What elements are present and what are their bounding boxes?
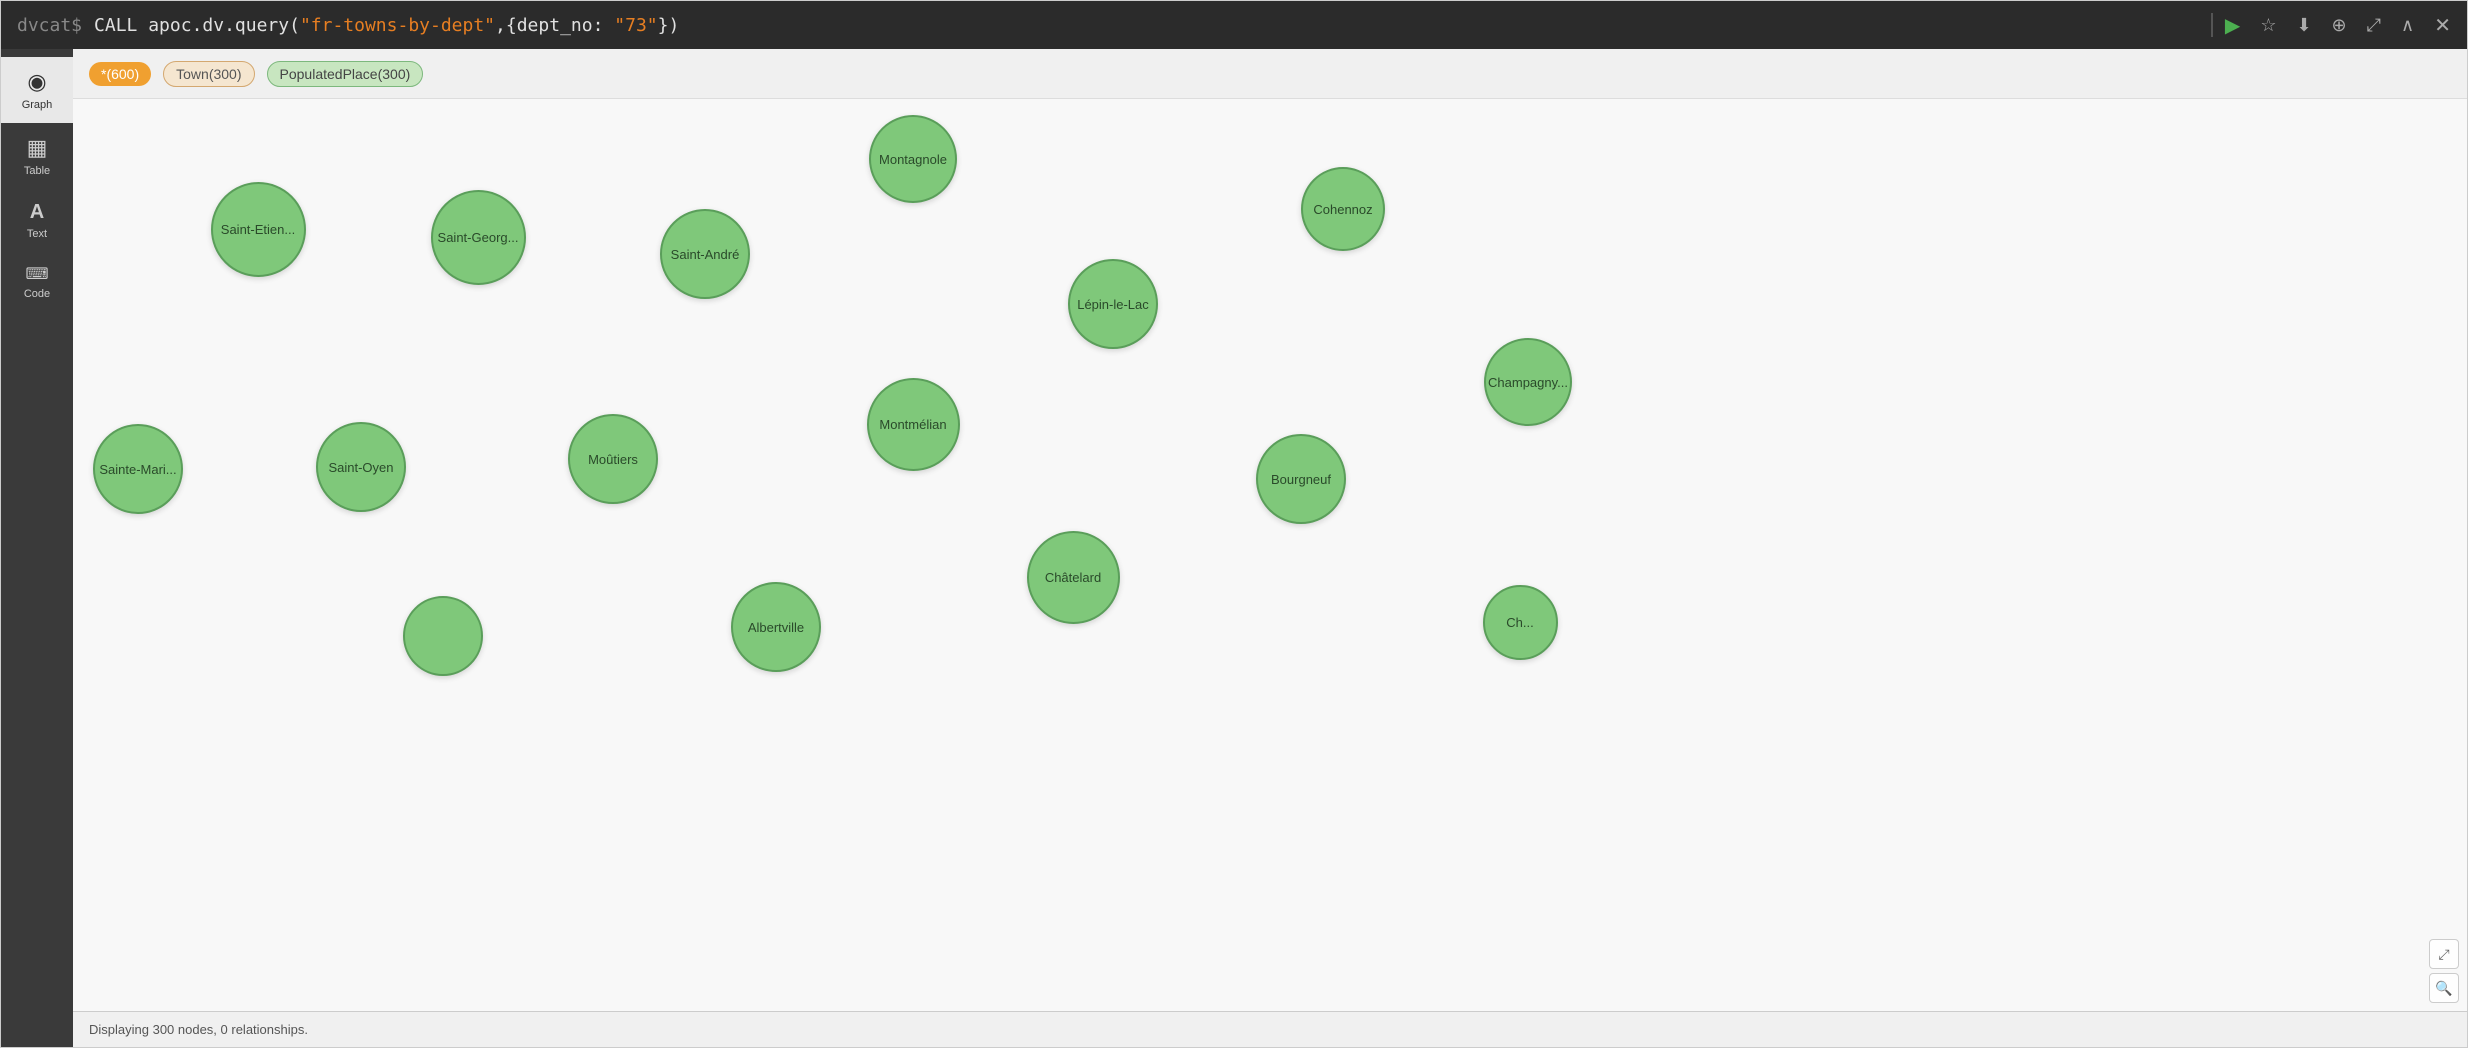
- graph-node[interactable]: Lépin-le-Lac: [1068, 259, 1158, 349]
- graph-node[interactable]: [403, 596, 483, 676]
- graph-icon: ◉: [27, 69, 46, 95]
- graph-node[interactable]: Montmélian: [867, 378, 960, 471]
- shell-prompt: dvcat$: [17, 15, 82, 36]
- cmd-call: CALL: [94, 15, 148, 36]
- status-text: Displaying 300 nodes, 0 relationships.: [89, 1022, 308, 1037]
- sidebar-item-text[interactable]: A Text: [1, 189, 73, 252]
- cmd-fn: apoc.dv.query: [148, 15, 289, 36]
- content-area: *(600) Town(300) PopulatedPlace(300) ⤢ 🔍…: [73, 49, 2467, 1047]
- sidebar-item-graph[interactable]: ◉ Graph: [1, 57, 73, 123]
- expand-button[interactable]: ⤢: [2367, 15, 2381, 36]
- table-icon: ▦: [27, 135, 48, 161]
- graph-canvas[interactable]: ⤢ 🔍 Montagnole Cohennoz Saint-Etien... Sain…: [73, 99, 2467, 1011]
- zoom-out-button[interactable]: 🔍: [2429, 973, 2459, 1003]
- sidebar: ◉ Graph ▦ Table A Text ⌨ Code: [1, 49, 73, 1047]
- download-button[interactable]: ⬇: [2296, 15, 2311, 36]
- cmd-colon: :: [593, 15, 615, 36]
- sidebar-table-label: Table: [24, 165, 50, 177]
- cmd-paren-open: (: [289, 15, 300, 36]
- cmd-comma: ,{: [495, 15, 517, 36]
- pin-button[interactable]: ⊕: [2332, 15, 2347, 36]
- sidebar-item-table[interactable]: ▦ Table: [1, 123, 73, 189]
- graph-node[interactable]: Châtelard: [1027, 531, 1120, 624]
- graph-node[interactable]: Ch...: [1483, 585, 1558, 660]
- sidebar-code-label: Code: [24, 288, 50, 300]
- graph-node[interactable]: Saint-Georg...: [431, 190, 526, 285]
- status-bar: Displaying 300 nodes, 0 relationships.: [73, 1011, 2467, 1047]
- graph-node[interactable]: Moûtiers: [568, 414, 658, 504]
- graph-node[interactable]: Sainte-Mari...: [93, 424, 183, 514]
- graph-node[interactable]: Cohennoz: [1301, 167, 1385, 251]
- graph-node[interactable]: Saint-Etien...: [211, 182, 306, 277]
- cmd-close: }): [658, 15, 680, 36]
- text-icon: A: [30, 201, 44, 224]
- titlebar-divider: [2211, 13, 2213, 37]
- graph-node[interactable]: Champagny...: [1484, 338, 1572, 426]
- graph-node[interactable]: Saint-Oyen: [316, 422, 406, 512]
- sidebar-graph-label: Graph: [22, 99, 53, 111]
- cmd-key: dept_no: [517, 15, 593, 36]
- fullscreen-button[interactable]: ⤢: [2429, 939, 2459, 969]
- graph-node[interactable]: Albertville: [731, 582, 821, 672]
- corner-controls: ⤢ 🔍: [2429, 939, 2459, 1003]
- graph-node[interactable]: Montagnole: [869, 115, 957, 203]
- graph-node[interactable]: Bourgneuf: [1256, 434, 1346, 524]
- bookmark-button[interactable]: ☆: [2260, 15, 2276, 36]
- badge-populated[interactable]: PopulatedPlace(300): [267, 61, 424, 87]
- main-window: dvcat$ CALL apoc.dv.query("fr-towns-by-d…: [0, 0, 2468, 1048]
- close-button[interactable]: ✕: [2434, 13, 2451, 38]
- main-content: ◉ Graph ▦ Table A Text ⌨ Code *(600) Tow…: [1, 49, 2467, 1047]
- sidebar-text-label: Text: [27, 228, 47, 240]
- titlebar: dvcat$ CALL apoc.dv.query("fr-towns-by-d…: [1, 1, 2467, 49]
- command-text: CALL apoc.dv.query("fr-towns-by-dept",{d…: [94, 15, 679, 36]
- badge-town[interactable]: Town(300): [163, 61, 254, 87]
- cmd-val: "73": [614, 15, 657, 36]
- run-button[interactable]: ▶: [2225, 13, 2240, 38]
- code-icon: ⌨: [25, 264, 48, 284]
- badge-all[interactable]: *(600): [89, 62, 151, 86]
- legend-bar: *(600) Town(300) PopulatedPlace(300): [73, 49, 2467, 99]
- cmd-str1: "fr-towns-by-dept": [300, 15, 495, 36]
- titlebar-actions: ▶ ☆ ⬇ ⊕ ⤢ ∧ ✕: [2225, 13, 2451, 38]
- graph-node[interactable]: Saint-André: [660, 209, 750, 299]
- collapse-button[interactable]: ∧: [2401, 15, 2414, 36]
- sidebar-item-code[interactable]: ⌨ Code: [1, 252, 73, 312]
